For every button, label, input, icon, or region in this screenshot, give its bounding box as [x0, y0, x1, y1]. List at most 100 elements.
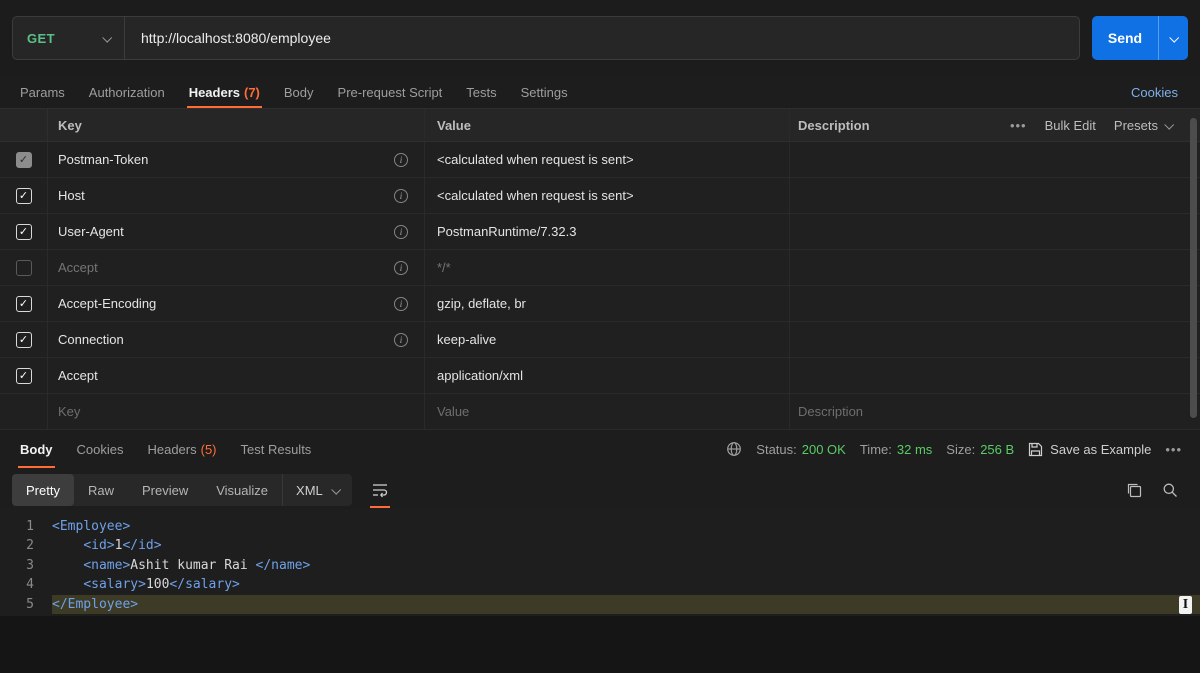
- tab-params[interactable]: Params: [8, 76, 77, 108]
- tab-label: Settings: [520, 84, 568, 100]
- header-value[interactable]: gzip, deflate, br: [425, 286, 790, 321]
- response-more-options-icon[interactable]: •••: [1165, 442, 1182, 457]
- wrap-lines-button[interactable]: [364, 474, 396, 508]
- chevron-down-icon: [331, 484, 341, 495]
- copy-icon[interactable]: [1126, 482, 1142, 498]
- response-tab-headers[interactable]: Headers (5): [135, 430, 228, 468]
- key-placeholder[interactable]: Key: [58, 404, 80, 419]
- method-select[interactable]: GET: [13, 17, 125, 59]
- view-tab-label: Visualize: [216, 482, 269, 498]
- response-tab-cookies[interactable]: Cookies: [65, 430, 136, 468]
- tab-label: Params: [20, 84, 65, 100]
- header-description[interactable]: [790, 286, 1200, 321]
- tab-label: Tests: [466, 84, 497, 100]
- header-value[interactable]: <calculated when request is sent>: [425, 142, 790, 177]
- code-editor[interactable]: 1 <Employee> 2 <id>1</id> 3 <name>Ashit kum…: [0, 509, 1200, 616]
- cookies-link[interactable]: Cookies: [1131, 85, 1192, 100]
- code-line-content[interactable]: <salary>100</salary>: [52, 575, 1200, 594]
- presets-dropdown[interactable]: Presets: [1114, 118, 1175, 133]
- header-key[interactable]: Accept: [58, 368, 98, 383]
- view-tab-visualize[interactable]: Visualize: [202, 474, 282, 506]
- header-checkbox[interactable]: ✓: [15, 367, 32, 384]
- header-key[interactable]: Host: [58, 188, 85, 203]
- header-value[interactable]: PostmanRuntime/7.32.3: [425, 214, 790, 249]
- view-tab-raw[interactable]: Raw: [74, 474, 128, 506]
- tab-settings[interactable]: Settings: [509, 76, 580, 108]
- xml-tag: <name>: [83, 557, 131, 573]
- checkbox-cell-empty: [0, 394, 48, 429]
- code-line-content[interactable]: <Employee>: [52, 517, 1200, 536]
- xml-text: [52, 558, 83, 573]
- code-line-content[interactable]: <id>1</id>: [52, 536, 1200, 555]
- text-cursor-icon: I: [1179, 595, 1192, 614]
- header-key[interactable]: Accept: [58, 260, 98, 275]
- chevron-down-icon: [1169, 32, 1180, 43]
- tab-label: Cookies: [76, 441, 124, 457]
- line-number: 4: [26, 577, 34, 593]
- tab-pre-request-script[interactable]: Pre-request Script: [326, 76, 455, 108]
- save-as-example-button[interactable]: Save as Example: [1028, 442, 1151, 457]
- header-key[interactable]: Postman-Token: [58, 152, 148, 167]
- header-checkbox[interactable]: ✓: [15, 151, 32, 168]
- url-input[interactable]: http://localhost:8080/employee: [125, 30, 347, 46]
- xml-text: [52, 538, 83, 553]
- code-line: 1 <Employee>: [0, 517, 1200, 536]
- code-line-content[interactable]: <name>Ashit kumar Rai </name>: [52, 556, 1200, 575]
- info-icon: i: [394, 332, 408, 347]
- header-checkbox[interactable]: ✓: [15, 295, 32, 312]
- search-icon[interactable]: [1162, 482, 1178, 498]
- response-tab-test-results[interactable]: Test Results: [229, 430, 324, 468]
- send-button[interactable]: Send: [1092, 16, 1158, 60]
- network-globe-icon[interactable]: [726, 441, 742, 457]
- header-checkbox[interactable]: [15, 259, 32, 276]
- format-select[interactable]: XML: [282, 474, 352, 506]
- header-value[interactable]: application/xml: [425, 358, 790, 393]
- header-description[interactable]: [790, 322, 1200, 357]
- header-checkbox[interactable]: ✓: [15, 187, 32, 204]
- header-description[interactable]: [790, 214, 1200, 249]
- header-description[interactable]: [790, 178, 1200, 213]
- xml-tag: </id>: [122, 538, 162, 554]
- tab-authorization[interactable]: Authorization: [77, 76, 177, 108]
- header-checkbox[interactable]: ✓: [15, 331, 32, 348]
- info-icon: i: [394, 152, 408, 167]
- send-options-button[interactable]: [1158, 16, 1188, 60]
- header-value[interactable]: keep-alive: [425, 322, 790, 357]
- code-line-content[interactable]: </Employee> I: [52, 594, 1200, 614]
- more-options-icon[interactable]: •••: [1010, 118, 1027, 133]
- tab-tests[interactable]: Tests: [454, 76, 508, 108]
- header-key[interactable]: Accept-Encoding: [58, 296, 156, 311]
- header-description[interactable]: [790, 358, 1200, 393]
- header-key[interactable]: Connection: [58, 332, 124, 347]
- view-tab-preview[interactable]: Preview: [128, 474, 202, 506]
- response-tabs-bar: Body Cookies Headers (5) Test Results Sta…: [0, 430, 1200, 468]
- tab-count: (7): [244, 84, 260, 100]
- column-label-description: Description: [798, 117, 870, 133]
- tab-count: (5): [200, 441, 217, 457]
- header-checkbox[interactable]: ✓: [15, 223, 32, 240]
- header-value[interactable]: <calculated when request is sent>: [425, 178, 790, 213]
- header-key[interactable]: User-Agent: [58, 224, 124, 239]
- size-badge: Size: 256 B: [946, 442, 1014, 457]
- xml-tag: </salary>: [169, 577, 240, 593]
- view-tab-label: Preview: [141, 482, 189, 498]
- line-number: 3: [26, 557, 34, 573]
- time-value: 32 ms: [896, 441, 933, 457]
- tab-label: Authorization: [88, 84, 165, 100]
- header-description[interactable]: [790, 250, 1200, 285]
- header-description[interactable]: [790, 142, 1200, 177]
- bulk-edit-button[interactable]: Bulk Edit: [1045, 118, 1096, 133]
- description-placeholder[interactable]: Description: [790, 394, 1200, 429]
- response-tab-body[interactable]: Body: [8, 430, 65, 468]
- column-label-key: Key: [58, 117, 82, 133]
- header-row: Accept i */*: [0, 250, 1200, 286]
- tab-body[interactable]: Body: [272, 76, 326, 108]
- time-label: Time:: [859, 441, 892, 457]
- value-placeholder[interactable]: Value: [425, 394, 790, 429]
- view-tab-pretty[interactable]: Pretty: [12, 474, 74, 506]
- xml-tag: <id>: [83, 538, 115, 554]
- header-value[interactable]: */*: [425, 250, 790, 285]
- tab-label: Test Results: [240, 441, 312, 457]
- tab-headers[interactable]: Headers (7): [177, 76, 272, 108]
- vertical-scrollbar[interactable]: [1190, 118, 1197, 418]
